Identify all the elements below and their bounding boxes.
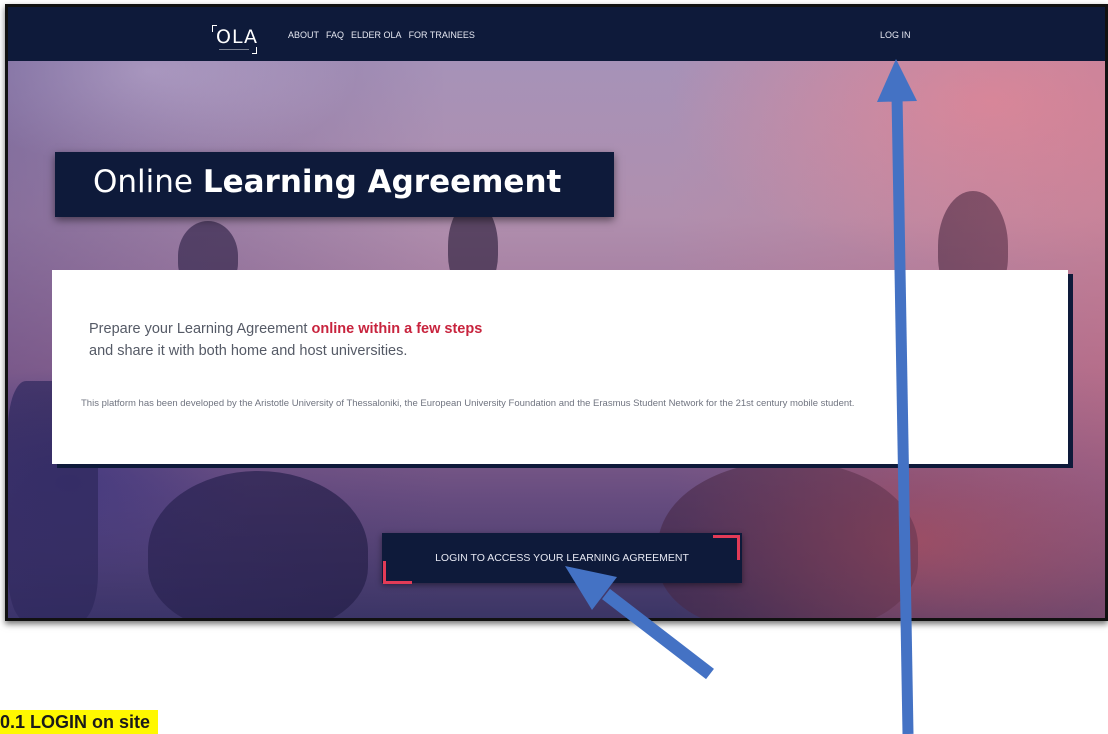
nav-link-faq[interactable]: FAQ [326, 30, 344, 40]
hero-title-light: Online [93, 164, 193, 200]
intro-line1-highlight: online within a few steps [311, 321, 483, 337]
ola-logo[interactable]: OLA [206, 21, 262, 54]
nav-login-link[interactable]: LOG IN [880, 30, 911, 40]
intro-text: Prepare your Learning Agreement online w… [89, 318, 789, 362]
crowd-person-silhouette [148, 471, 368, 618]
intro-line1-prefix: Prepare your Learning Agreement [89, 321, 308, 337]
hero-title-box: Online Learning Agreement [55, 152, 614, 217]
nav-link-elder-ola[interactable]: ELDER OLA [351, 30, 402, 40]
button-corner-bottom-left [383, 561, 412, 584]
nav-link-about[interactable]: ABOUT [288, 30, 319, 40]
logo-bracket-bottom-right [252, 47, 257, 54]
logo-tagline-line [219, 49, 249, 50]
login-access-button-label: LOGIN TO ACCESS YOUR LEARNING AGREEMENT [435, 552, 689, 564]
button-corner-top-right [713, 535, 740, 560]
nav-link-for-trainees[interactable]: FOR TRAINEES [409, 30, 475, 40]
logo-text: OLA [216, 26, 258, 48]
intro-card: Prepare your Learning Agreement online w… [52, 270, 1068, 464]
step-caption: 0.1 LOGIN on site [0, 710, 159, 734]
intro-line2: and share it with both home and host uni… [89, 343, 408, 359]
hero-title: Online Learning Agreement [93, 164, 561, 200]
annotated-screenshot: OLA ABOUT FAQ ELDER OLA FOR TRAINEES LOG… [0, 0, 1108, 734]
top-navbar: OLA ABOUT FAQ ELDER OLA FOR TRAINEES LOG… [8, 7, 1105, 61]
website-screenshot: OLA ABOUT FAQ ELDER OLA FOR TRAINEES LOG… [5, 4, 1108, 621]
login-access-button[interactable]: LOGIN TO ACCESS YOUR LEARNING AGREEMENT [382, 533, 742, 584]
intro-note: This platform has been developed by the … [81, 398, 855, 409]
hero-title-bold: Learning Agreement [202, 164, 562, 200]
nav-links: ABOUT FAQ ELDER OLA FOR TRAINEES [288, 30, 475, 40]
